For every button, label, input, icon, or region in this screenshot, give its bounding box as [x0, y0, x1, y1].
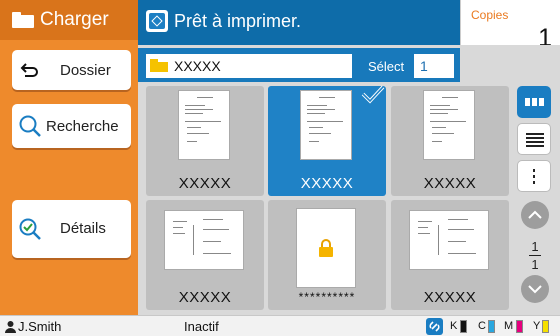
job-thumbnail[interactable]: XXXXX [391, 200, 509, 310]
print-screen: Charger Dossier Recherche Détails Prêt à… [0, 0, 560, 336]
kebab-menu-icon [533, 169, 535, 184]
page-down-button[interactable] [521, 275, 549, 303]
details-button-label: Détails [60, 220, 106, 237]
network-icon [426, 318, 443, 335]
user-icon [5, 321, 16, 333]
document-preview [300, 90, 352, 160]
ink-label-k: K [450, 320, 458, 332]
select-count: 1 [414, 54, 454, 78]
job-name: XXXXX [178, 289, 232, 306]
load-title: Charger [40, 9, 109, 30]
search-icon [19, 115, 41, 137]
job-name: XXXXX [423, 289, 477, 306]
ink-label-y: Y [533, 320, 541, 332]
job-name-hidden: ********** [298, 290, 356, 304]
ink-label-m: M [504, 320, 514, 332]
status-header: Prêt à imprimer. [138, 0, 460, 45]
details-magnifier-icon [19, 218, 41, 240]
lock-icon [319, 239, 333, 257]
job-thumbnail[interactable]: XXXXX [146, 200, 264, 310]
folder-button[interactable]: Dossier [12, 50, 131, 90]
folder-icon [150, 59, 168, 72]
thumbnail-view-button[interactable] [517, 86, 551, 118]
job-thumbnail[interactable]: XXXXX [146, 86, 264, 196]
folder-selector[interactable]: XXXXX [146, 54, 352, 78]
job-name: XXXXX [178, 175, 232, 192]
load-header: Charger [0, 0, 138, 40]
job-thumbnail-locked[interactable]: ********** [268, 200, 386, 310]
copies-field[interactable]: Copies 1 [460, 0, 560, 52]
list-view-button[interactable] [517, 123, 551, 155]
more-options-button[interactable] [517, 160, 551, 192]
user-name: J.Smith [18, 319, 62, 334]
pager: 1 1 [520, 197, 550, 305]
folder-button-label: Dossier [60, 62, 111, 79]
ink-level-c [488, 320, 495, 333]
document-preview [409, 210, 489, 270]
ready-icon [146, 10, 168, 32]
document-preview [423, 90, 475, 160]
folder-icon [12, 12, 34, 28]
checkmark-icon [361, 85, 385, 104]
select-label: Sélect [368, 59, 405, 74]
grid-view-icon [525, 98, 544, 106]
page-divider [529, 255, 541, 256]
chevron-up-icon [528, 210, 542, 219]
ink-label-c: C [478, 320, 486, 332]
copies-label: Copies [471, 8, 509, 22]
current-page: 1 [531, 239, 539, 254]
select-count-value: 1 [420, 58, 428, 74]
list-icon [526, 133, 544, 147]
search-button-label: Recherche [46, 118, 119, 135]
folder-name: XXXXX [174, 58, 221, 74]
job-thumbnail[interactable]: XXXXX [391, 86, 509, 196]
document-preview [178, 90, 230, 160]
printer-state: Inactif [184, 319, 219, 334]
document-preview [164, 210, 244, 270]
search-button[interactable]: Recherche [12, 104, 131, 148]
page-up-button[interactable] [521, 201, 549, 229]
chevron-down-icon [528, 285, 542, 294]
ink-level-y [542, 320, 549, 333]
status-bar: J.Smith Inactif K C M Y [0, 315, 560, 336]
ready-title: Prêt à imprimer. [174, 11, 302, 31]
total-pages: 1 [531, 257, 539, 272]
ink-level-m [516, 320, 523, 333]
job-name: XXXXX [300, 175, 354, 192]
details-button[interactable]: Détails [12, 200, 131, 258]
document-preview [296, 208, 356, 288]
left-panel: Charger Dossier Recherche Détails [0, 0, 138, 315]
ink-level-k [460, 320, 467, 333]
job-name: XXXXX [423, 175, 477, 192]
back-arrow-icon [20, 63, 38, 77]
